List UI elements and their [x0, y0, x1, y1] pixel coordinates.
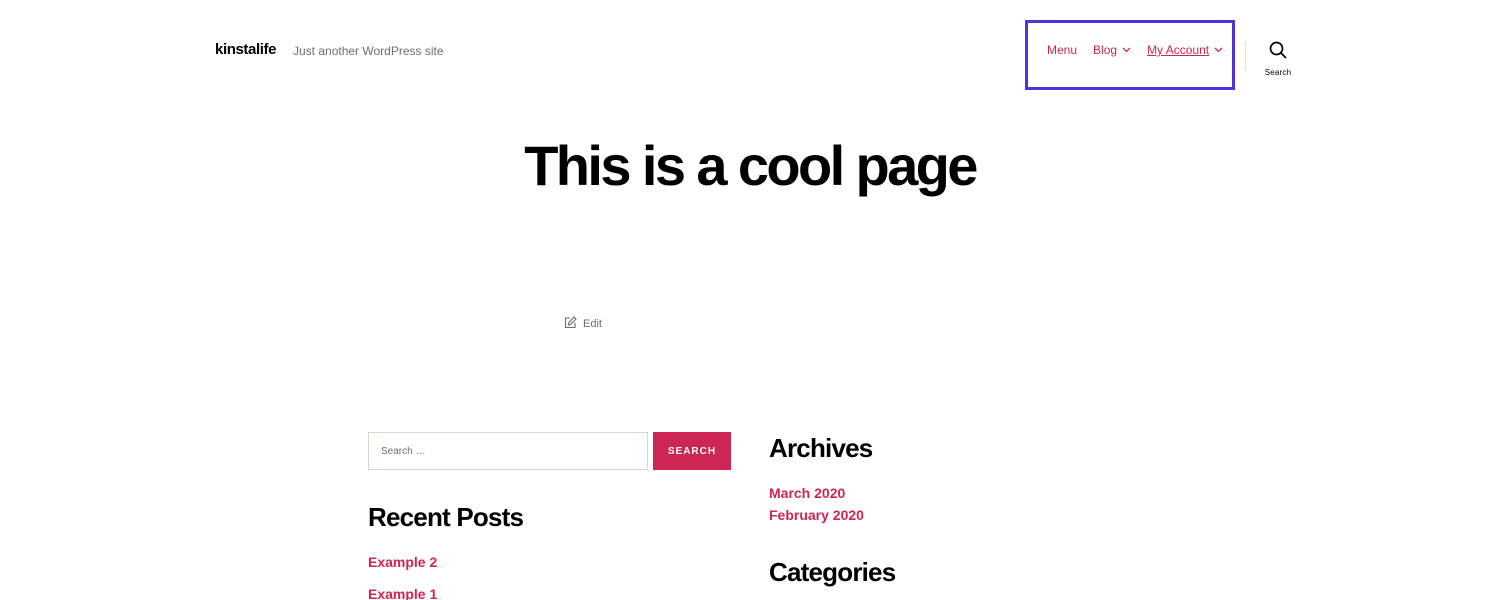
nav-item-label: Blog — [1093, 43, 1118, 57]
search-toggle-button[interactable]: Search — [1258, 41, 1298, 77]
edit-link[interactable]: Edit — [564, 316, 602, 332]
edit-icon — [564, 316, 583, 332]
site-title[interactable]: kinstalife — [215, 41, 276, 58]
page-title: This is a cool page — [524, 134, 978, 197]
primary-menu: Menu Blog My Account — [1047, 43, 1239, 57]
search-input[interactable] — [368, 432, 648, 470]
site-description: Just another WordPress site — [293, 44, 444, 58]
search-widget-form: SEARCH — [368, 432, 731, 470]
recent-post-link[interactable]: Example 1 — [368, 586, 437, 600]
header-divider — [1245, 42, 1246, 70]
nav-item-blog[interactable]: Blog — [1093, 43, 1131, 57]
nav-item-label: Menu — [1047, 43, 1078, 57]
search-submit-button[interactable]: SEARCH — [653, 432, 731, 470]
nav-item-my-account[interactable]: My Account — [1147, 43, 1223, 57]
archive-link[interactable]: March 2020 — [769, 485, 845, 501]
chevron-down-icon[interactable] — [1122, 47, 1131, 53]
edit-link-label: Edit — [583, 318, 602, 330]
categories-heading: Categories — [769, 557, 896, 587]
recent-post-link[interactable]: Example 2 — [368, 554, 437, 570]
search-toggle-label: Search — [1264, 68, 1292, 77]
recent-posts-heading: Recent Posts — [368, 502, 524, 532]
search-icon — [1269, 41, 1287, 64]
nav-item-menu[interactable]: Menu — [1047, 43, 1077, 57]
site-header: kinstalife Just another WordPress site M… — [0, 0, 1500, 100]
archive-link[interactable]: February 2020 — [769, 507, 864, 523]
nav-item-label: My Account — [1147, 43, 1210, 57]
archives-heading: Archives — [769, 433, 873, 463]
chevron-down-icon[interactable] — [1214, 47, 1223, 53]
